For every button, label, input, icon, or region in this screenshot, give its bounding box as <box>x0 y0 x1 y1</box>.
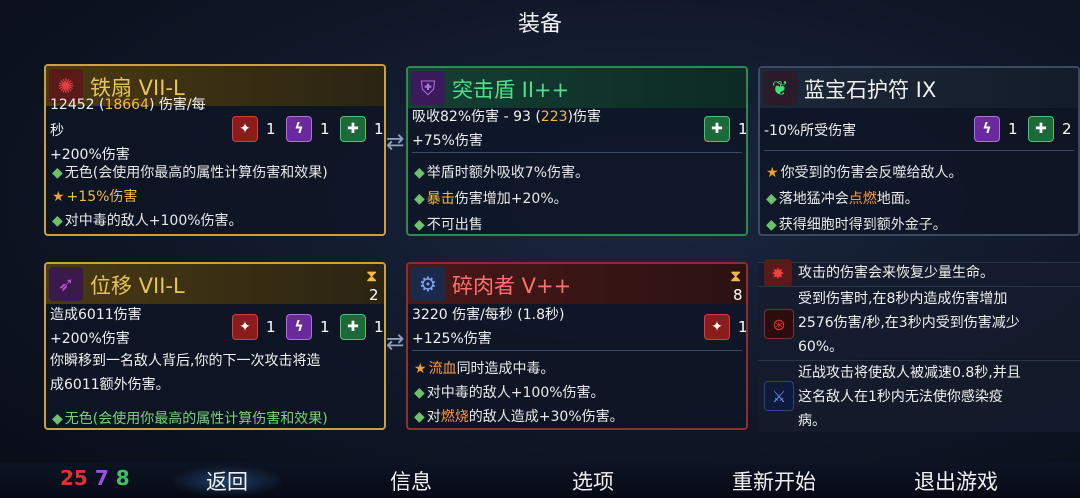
mutation-text: 60%。 <box>798 339 844 355</box>
mutation-icon: ⊛ <box>764 309 794 339</box>
survival-scroll-icon: ✚ <box>340 314 366 340</box>
divider <box>412 350 742 351</box>
brutality-scroll: ✦ 1 <box>232 314 276 340</box>
hourglass-icon: ⧗ <box>366 266 378 285</box>
survival-scroll: ✚ 1 <box>340 314 384 340</box>
divider <box>412 152 742 153</box>
damage-line: 3220 伤害/每秒 (1.8秒) <box>412 307 565 323</box>
charge-count: 8 <box>733 286 743 304</box>
item-name: 突击盾 II++ <box>452 78 570 102</box>
tactics-scroll-icon: ϟ <box>286 314 312 340</box>
survival-scroll: ✚ 2 <box>1028 116 1072 142</box>
restart-button[interactable]: 重新开始 <box>732 466 816 496</box>
back-button[interactable]: 返回 <box>172 466 282 496</box>
effect-line: ◆ 对燃烧的敌人造成+30%伤害。 <box>414 409 624 425</box>
mutation-icon: ⚔ <box>764 381 794 411</box>
options-button[interactable]: 选项 <box>572 466 614 496</box>
hourglass-icon: ⧗ <box>730 266 742 285</box>
effect-line: ◆ 无色(会使用你最高的属性计算伤害和效果) <box>52 165 328 181</box>
brutality-scroll-icon: ✦ <box>232 116 258 142</box>
description-line: 成6011额外伤害。 <box>50 377 170 393</box>
info-button[interactable]: 信息 <box>390 466 432 496</box>
absorb-line: 吸收82%伤害 - 93 (223)伤害 <box>412 109 601 125</box>
tactics-count: 7 <box>94 466 109 490</box>
amulet-icon: ❦ <box>763 71 797 105</box>
survival-scroll-icon: ✚ <box>704 116 730 142</box>
effect-line: ◆ 暴击伤害增加+20%。 <box>414 191 568 207</box>
swap-arrow-icon[interactable]: ⇄ <box>386 130 404 155</box>
quit-button[interactable]: 退出游戏 <box>914 466 998 496</box>
item-name: 碎肉者 V++ <box>452 274 572 298</box>
bonus-line: +200%伤害 <box>50 147 130 163</box>
effect-line: ★ 你受到的伤害会反噬给敌人。 <box>766 165 963 181</box>
mutation-text: 受到伤害时,在8秒内造成伤害增加 <box>798 291 1008 307</box>
effect-line: ★ 流血同时造成中毒。 <box>414 361 555 377</box>
description-line: 你瞬移到一名敌人背后,你的下一次攻击将造 <box>50 353 321 369</box>
effect-line: ◆ 举盾时额外吸收7%伤害。 <box>414 165 589 181</box>
weapon-card-assault-shield[interactable]: ⛨ 突击盾 II++ 吸收82%伤害 - 93 (223)伤害 ✚ 1 +75%伤… <box>406 66 748 236</box>
damage-line: 12452 (18664) 伤害/每 <box>50 97 206 113</box>
tactics-scroll-icon: ϟ <box>286 116 312 142</box>
divider <box>764 150 1074 151</box>
shield-icon: ⛨ <box>411 71 445 105</box>
effect-line: ◆ 无色(会使用你最高的属性计算伤害和效果) <box>52 411 328 427</box>
survival-scroll-icon: ✚ <box>340 116 366 142</box>
swap-arrow-icon[interactable]: ⇄ <box>386 330 404 355</box>
page-title: 装备 <box>517 12 562 37</box>
effect-line: ◆ 获得细胞时得到额外金子。 <box>766 217 947 233</box>
brutality-scroll-icon: ✦ <box>232 314 258 340</box>
bonus-line: +200%伤害 <box>50 331 130 347</box>
brutality-scroll-icon: ✦ <box>704 314 730 340</box>
mutation-text: 这名敌人在1秒内无法使你感染疫 <box>798 389 1003 405</box>
survival-count: 8 <box>115 466 130 490</box>
tactics-scroll-icon: ϟ <box>974 116 1000 142</box>
skill-card-blink[interactable]: ➶ 位移 VII-L ⧗ 2 造成6011伤害 ✦ 1 ϟ1 ✚ 1 +200%伤害… <box>44 262 386 430</box>
amulet-card-sapphire[interactable]: ❦ 蓝宝石护符 IX -10%所受伤害 ϟ1 ✚ 2 ★ 你受到的伤害会反噬给敌人。… <box>758 66 1080 236</box>
mutation-text: 攻击的伤害会来恢复少量生命。 <box>798 265 994 281</box>
effect-line: ◆ 对中毒的敌人+100%伤害。 <box>414 385 605 401</box>
survival-scroll: ✚ 1 <box>704 116 746 142</box>
bonus-line: +75%伤害 <box>412 133 483 149</box>
mutation-icon: ✸ <box>764 259 792 287</box>
tactics-scroll: ϟ1 <box>974 116 1018 142</box>
survival-scroll: ✚ 1 <box>340 116 384 142</box>
brutality-count: 25 <box>60 466 88 490</box>
mutation-text: 病。 <box>798 413 826 429</box>
tactics-scroll: ϟ1 <box>286 116 330 142</box>
weapon-card-iron-fan[interactable]: ✺ 铁扇 VII-L 12452 (18664) 伤害/每 秒 ✦ 1 ϟ1 ✚ 1… <box>44 64 386 236</box>
effect-line: ◆ 落地猛冲会点燃地面。 <box>766 191 919 207</box>
damage-line-cont: 秒 <box>50 123 64 139</box>
effect-line: ★ +15%伤害 <box>52 189 138 205</box>
blink-icon: ➶ <box>49 267 83 301</box>
grinder-icon: ⚙ <box>411 267 445 301</box>
survival-scroll-icon: ✚ <box>1028 116 1054 142</box>
mutation-text: 2576伤害/秒,在3秒内受到伤害减少 <box>798 315 1020 331</box>
brutality-scroll: ✦ 1 <box>232 116 276 142</box>
effect-line: ◆ 对中毒的敌人+100%伤害。 <box>52 213 243 229</box>
stat-counters: 25 7 8 <box>60 466 130 490</box>
damage-line: 造成6011伤害 <box>50 307 142 323</box>
skill-card-meat-grinder[interactable]: ⚙ 碎肉者 V++ ⧗ 8 3220 伤害/每秒 (1.8秒) ✦ 1 +125%… <box>406 262 748 430</box>
item-name: 位移 VII-L <box>90 274 185 298</box>
bonus-line: +125%伤害 <box>412 331 492 347</box>
stat-line: -10%所受伤害 <box>764 123 857 139</box>
brutality-scroll: ✦ 1 <box>704 314 746 340</box>
tactics-scroll: ϟ1 <box>286 314 330 340</box>
charge-count: 2 <box>369 286 379 304</box>
mutation-entry[interactable]: ✸ 攻击的伤害会来恢复少量生命。 <box>758 259 1080 287</box>
effect-line: ◆ 不可出售 <box>414 217 483 233</box>
mutation-entry[interactable]: ⊛ 受到伤害时,在8秒内造成伤害增加 2576伤害/秒,在3秒内受到伤害减少 6… <box>758 286 1080 358</box>
mutation-text: 近战攻击将使敌人被减速0.8秒,并且 <box>798 365 1021 381</box>
item-name: 蓝宝石护符 IX <box>804 78 937 102</box>
mutation-entry[interactable]: ⚔ 近战攻击将使敌人被减速0.8秒,并且 这名敌人在1秒内无法使你感染疫 病。 <box>758 360 1080 432</box>
